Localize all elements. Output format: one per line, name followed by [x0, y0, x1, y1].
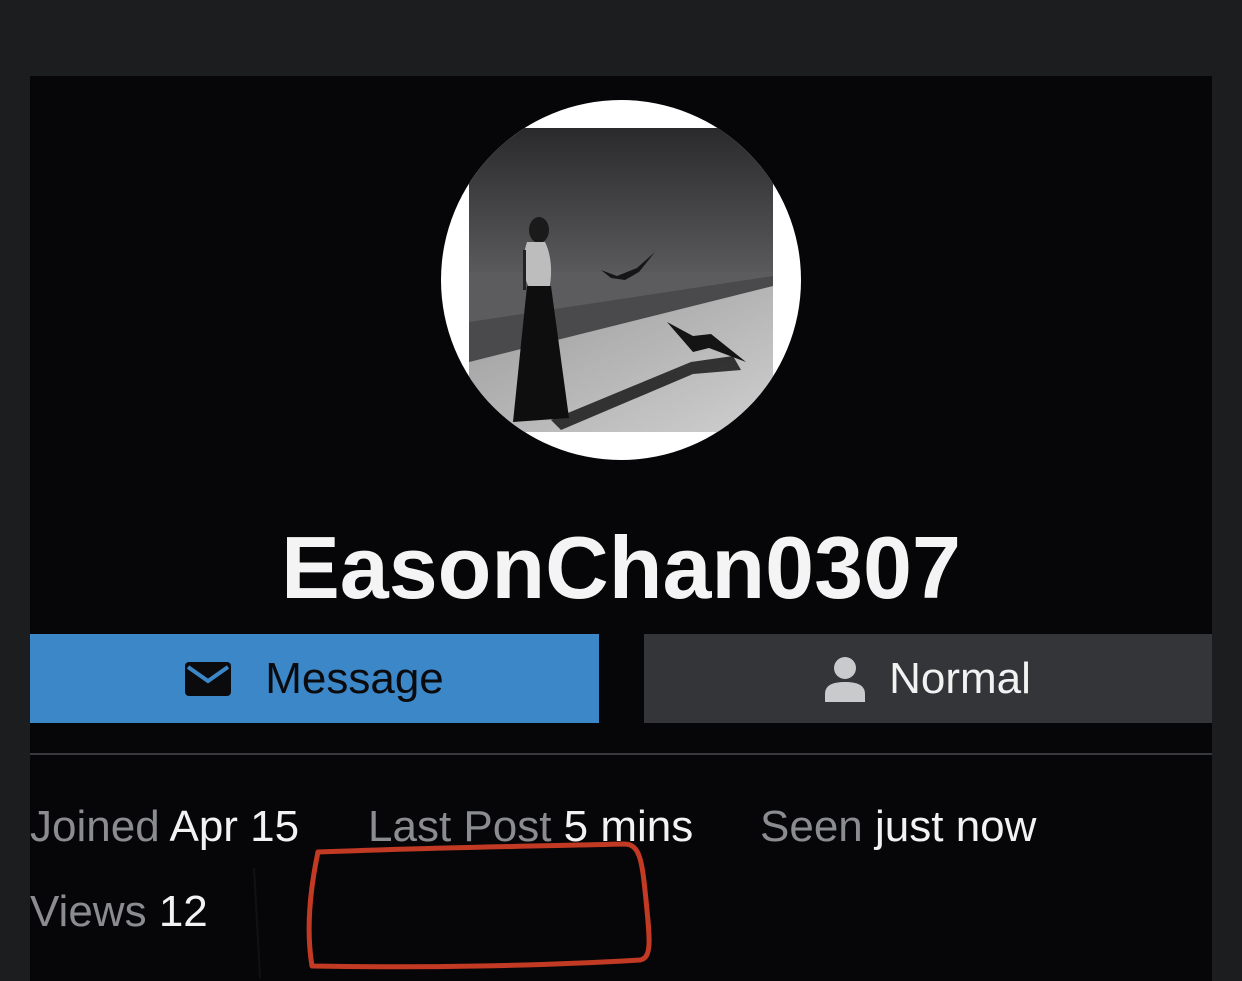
- avatar-photo: [469, 128, 773, 432]
- avatar[interactable]: [441, 100, 801, 460]
- divider: [30, 753, 1212, 755]
- stat-joined: Joined Apr 15: [30, 799, 299, 855]
- normal-button-label: Normal: [889, 653, 1031, 703]
- stat-views: Views 12: [30, 884, 208, 940]
- message-button[interactable]: Message: [30, 634, 599, 723]
- username: EasonChan0307: [281, 518, 961, 617]
- stat-seen: Seen just now: [760, 799, 1036, 855]
- last-post-value: 5 mins: [563, 802, 694, 851]
- views-value: 12: [158, 887, 208, 936]
- joined-value: Apr 15: [169, 802, 300, 851]
- views-label: Views: [30, 887, 147, 936]
- seen-label: Seen: [760, 802, 863, 851]
- seen-value: just now: [875, 802, 1037, 851]
- last-post-label: Last Post: [368, 802, 552, 851]
- profile-card: EasonChan0307 Message Normal Joined Apr …: [30, 76, 1212, 981]
- envelope-icon: [185, 661, 232, 696]
- message-button-label: Message: [265, 653, 444, 703]
- joined-label: Joined: [30, 802, 160, 851]
- stat-last-post: Last Post 5 mins: [368, 799, 693, 855]
- user-icon: [825, 656, 866, 702]
- normal-button[interactable]: Normal: [644, 634, 1212, 723]
